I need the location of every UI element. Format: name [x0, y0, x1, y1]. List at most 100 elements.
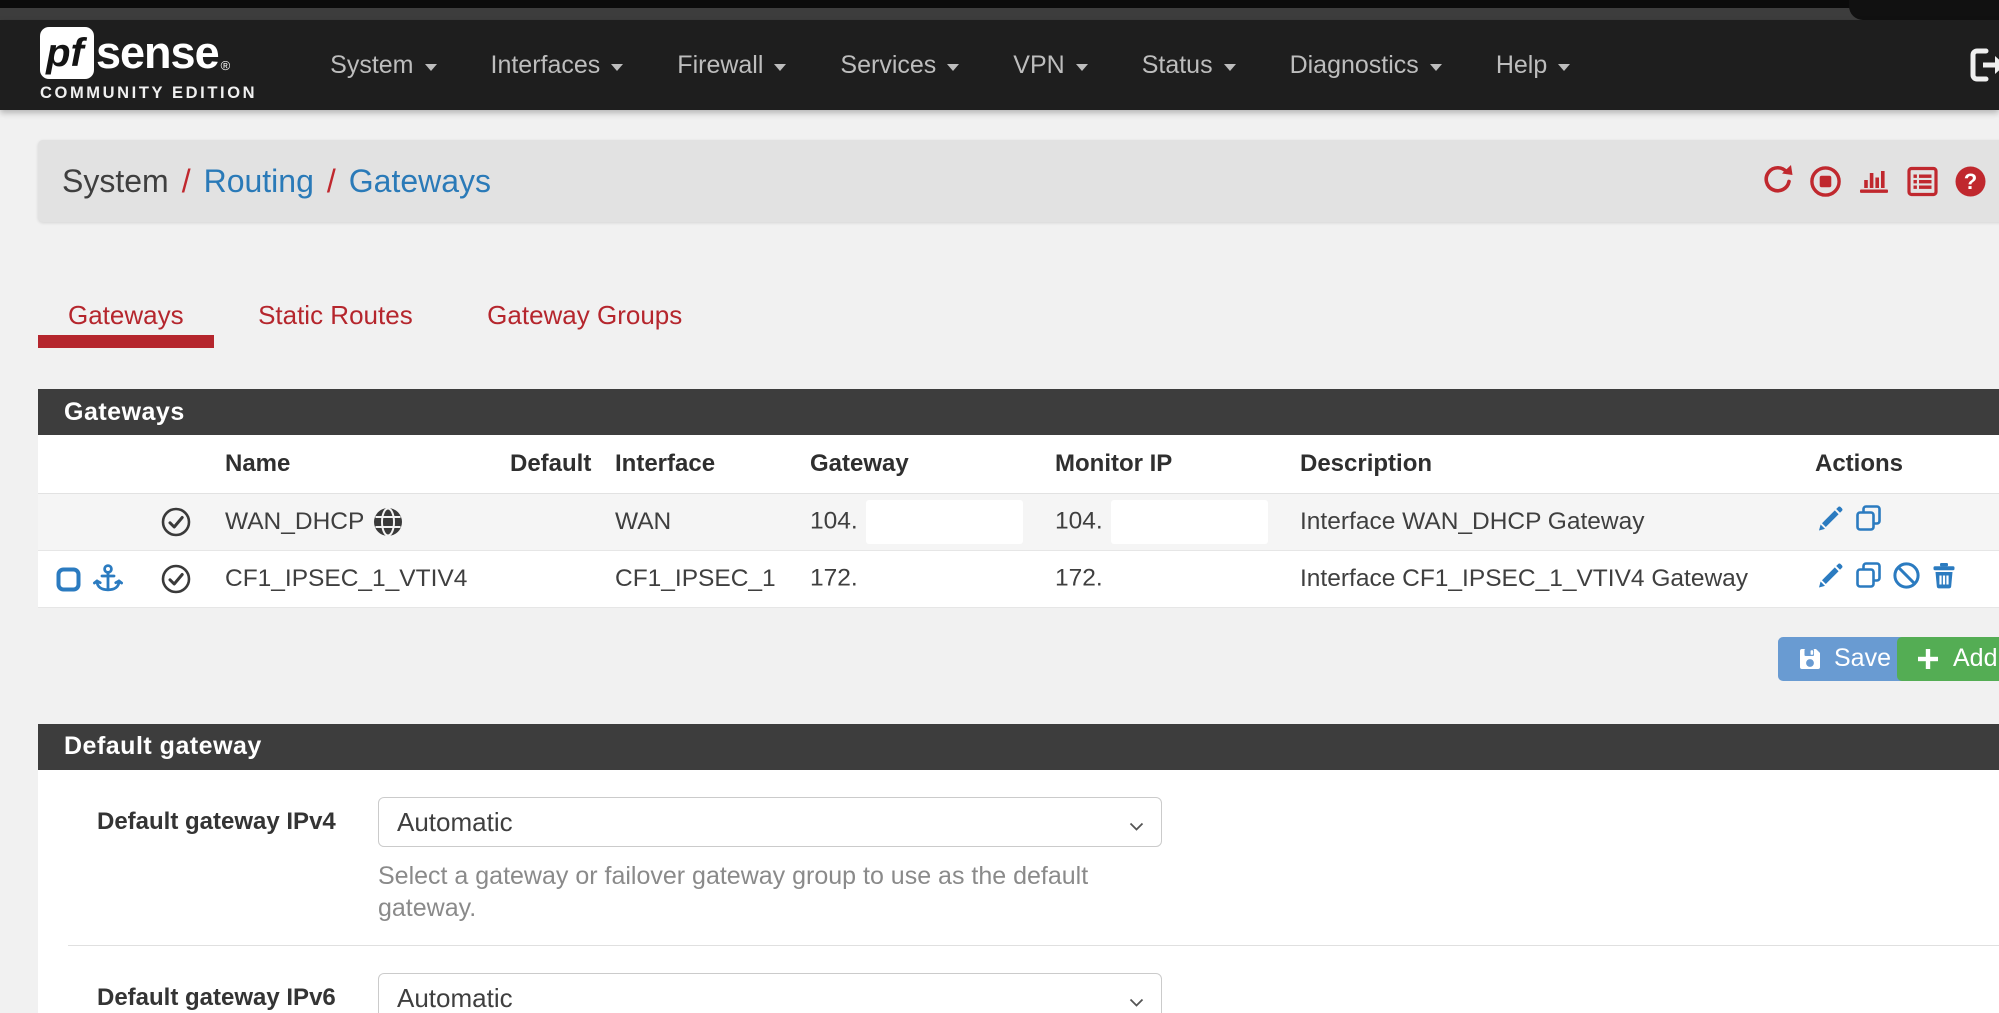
chevron-down-icon [947, 64, 959, 71]
table-row-wan-dhcp: WAN_DHCP WAN 104. 104. Interface WAN_DHC… [38, 493, 1999, 550]
chevron-down-icon [1076, 64, 1088, 71]
page-header-bar: System/Routing/Gateways ? [38, 140, 1999, 222]
breadcrumb-system: System [62, 163, 169, 199]
nav-item-label: Services [840, 51, 936, 80]
default-gateway-ipv4-control: Automatic Select a gateway or failover g… [378, 797, 1162, 925]
gateway-default-cell [498, 550, 603, 607]
nav-item-diagnostics[interactable]: Diagnostics [1263, 20, 1469, 110]
globe-icon [372, 506, 404, 538]
gateway-address-cell: 172. [798, 550, 1043, 607]
page-header-actions: ? [1760, 140, 1988, 222]
gateway-interface-cell: CF1_IPSEC_1 [603, 550, 798, 607]
nav-item-system[interactable]: System [303, 20, 463, 110]
stop-circle-icon[interactable] [1808, 164, 1843, 199]
square-icon [55, 565, 82, 593]
form-row-ipv4: Default gateway IPv4 Automatic Select a … [38, 770, 1999, 940]
tab-gateways[interactable]: Gateways [38, 300, 214, 348]
check-circle-icon [160, 507, 192, 534]
column-monitor-ip: Monitor IP [1043, 435, 1288, 493]
table-actions-row: Save Add [0, 628, 1999, 690]
window-top-strip [0, 8, 1999, 20]
registered-mark: ® [221, 58, 231, 73]
pfsense-logo[interactable]: pf sense ® COMMUNITY EDITION [40, 27, 257, 103]
gateway-name: WAN_DHCP [225, 508, 364, 536]
default-gateway-ipv4-label: Default gateway IPv4 [97, 797, 378, 925]
nav-item-label: Diagnostics [1290, 51, 1419, 80]
column-actions: Actions [1803, 435, 1999, 493]
plus-icon [1915, 646, 1941, 672]
pfsense-logo-subtitle: COMMUNITY EDITION [40, 84, 257, 103]
disable-ban-icon[interactable] [1891, 560, 1922, 591]
pfsense-logo-main: pf sense ® [40, 27, 257, 79]
nav-item-status[interactable]: Status [1115, 20, 1263, 110]
breadcrumb-gateways-link[interactable]: Gateways [349, 163, 491, 199]
default-gateway-ipv4-select[interactable]: Automatic [378, 797, 1162, 847]
gateway-status-cell [148, 493, 213, 550]
save-floppy-icon [1797, 646, 1823, 672]
copy-icon[interactable] [1853, 560, 1884, 591]
nav-item-label: Status [1142, 51, 1213, 80]
copy-icon[interactable] [1853, 503, 1884, 534]
gateway-name-cell: CF1_IPSEC_1_VTIV4 [213, 550, 498, 607]
default-gateway-ipv6-label: Default gateway IPv6 [97, 973, 378, 1013]
gateway-monitor-cell: 172. [1043, 550, 1288, 607]
chevron-down-icon [774, 64, 786, 71]
default-gateway-form: Default gateway IPv4 Automatic Select a … [38, 770, 1999, 1013]
delete-trash-icon[interactable] [1929, 560, 1959, 591]
nav-item-vpn[interactable]: VPN [986, 20, 1114, 110]
tab-static-routes[interactable]: Static Routes [228, 300, 443, 348]
gateway-actions-cell [1803, 493, 1999, 550]
redacted-value [1111, 500, 1268, 544]
gateway-flags-cell [38, 493, 148, 550]
main-navbar: pf sense ® COMMUNITY EDITION System Inte… [0, 20, 1999, 110]
help-icon[interactable]: ? [1953, 164, 1988, 199]
gateways-panel: Gateways Name Default Interface Gateway … [38, 389, 1999, 608]
gateway-interface-cell: WAN [603, 493, 798, 550]
save-button[interactable]: Save [1778, 637, 1910, 681]
default-gateway-ipv4-help: Select a gateway or failover gateway gro… [378, 860, 1162, 925]
column-description: Description [1288, 435, 1803, 493]
default-gateway-ipv6-select[interactable]: Automatic [378, 973, 1162, 1013]
column-status [148, 435, 213, 493]
nav-item-interfaces[interactable]: Interfaces [464, 20, 651, 110]
bar-chart-icon[interactable] [1856, 163, 1892, 199]
svg-text:?: ? [1964, 169, 1977, 194]
chevron-down-icon [1224, 64, 1236, 71]
gateway-address-cell: 104. [798, 493, 1043, 550]
gateway-default-cell [498, 493, 603, 550]
gateway-name-cell: WAN_DHCP [213, 493, 498, 550]
breadcrumb-separator: / [182, 163, 191, 199]
redacted-value [866, 500, 1023, 544]
chevron-down-icon [1558, 64, 1570, 71]
gateway-description-cell: Interface WAN_DHCP Gateway [1288, 493, 1803, 550]
check-circle-icon [160, 564, 192, 591]
form-row-ipv6: Default gateway IPv6 Automatic Select a … [38, 946, 1999, 1013]
log-list-icon[interactable] [1905, 164, 1940, 199]
add-button[interactable]: Add [1897, 637, 1999, 681]
breadcrumb: System/Routing/Gateways [62, 163, 491, 200]
sign-out-icon[interactable] [1966, 44, 1999, 91]
monitor-ip: 104. [1055, 507, 1103, 534]
breadcrumb-routing-link[interactable]: Routing [204, 163, 314, 199]
pfsense-logo-sense: sense [96, 27, 219, 79]
gateway-flags-cell [38, 550, 148, 607]
nav-item-firewall[interactable]: Firewall [650, 20, 813, 110]
default-gateway-panel: Default gateway Default gateway IPv4 Aut… [38, 724, 1999, 1013]
refresh-icon[interactable] [1760, 164, 1795, 199]
table-header-row: Name Default Interface Gateway Monitor I… [38, 435, 1999, 493]
gateway-status-cell [148, 550, 213, 607]
nav-item-label: VPN [1013, 51, 1064, 80]
table-row-cf1-ipsec: CF1_IPSEC_1_VTIV4 CF1_IPSEC_1 172. 172. … [38, 550, 1999, 607]
nav-item-label: Help [1496, 51, 1547, 80]
column-interface: Interface [603, 435, 798, 493]
tab-gateway-groups[interactable]: Gateway Groups [457, 300, 712, 348]
edit-pencil-icon[interactable] [1815, 560, 1846, 591]
edit-pencil-icon[interactable] [1815, 503, 1846, 534]
gateway-monitor-cell: 104. [1043, 493, 1288, 550]
column-name: Name [213, 435, 498, 493]
gateways-panel-header: Gateways [38, 389, 1999, 435]
nav-item-services[interactable]: Services [813, 20, 986, 110]
gateway-address: 104. [810, 507, 858, 534]
nav-item-label: Interfaces [491, 51, 601, 80]
nav-item-help[interactable]: Help [1469, 20, 1597, 110]
